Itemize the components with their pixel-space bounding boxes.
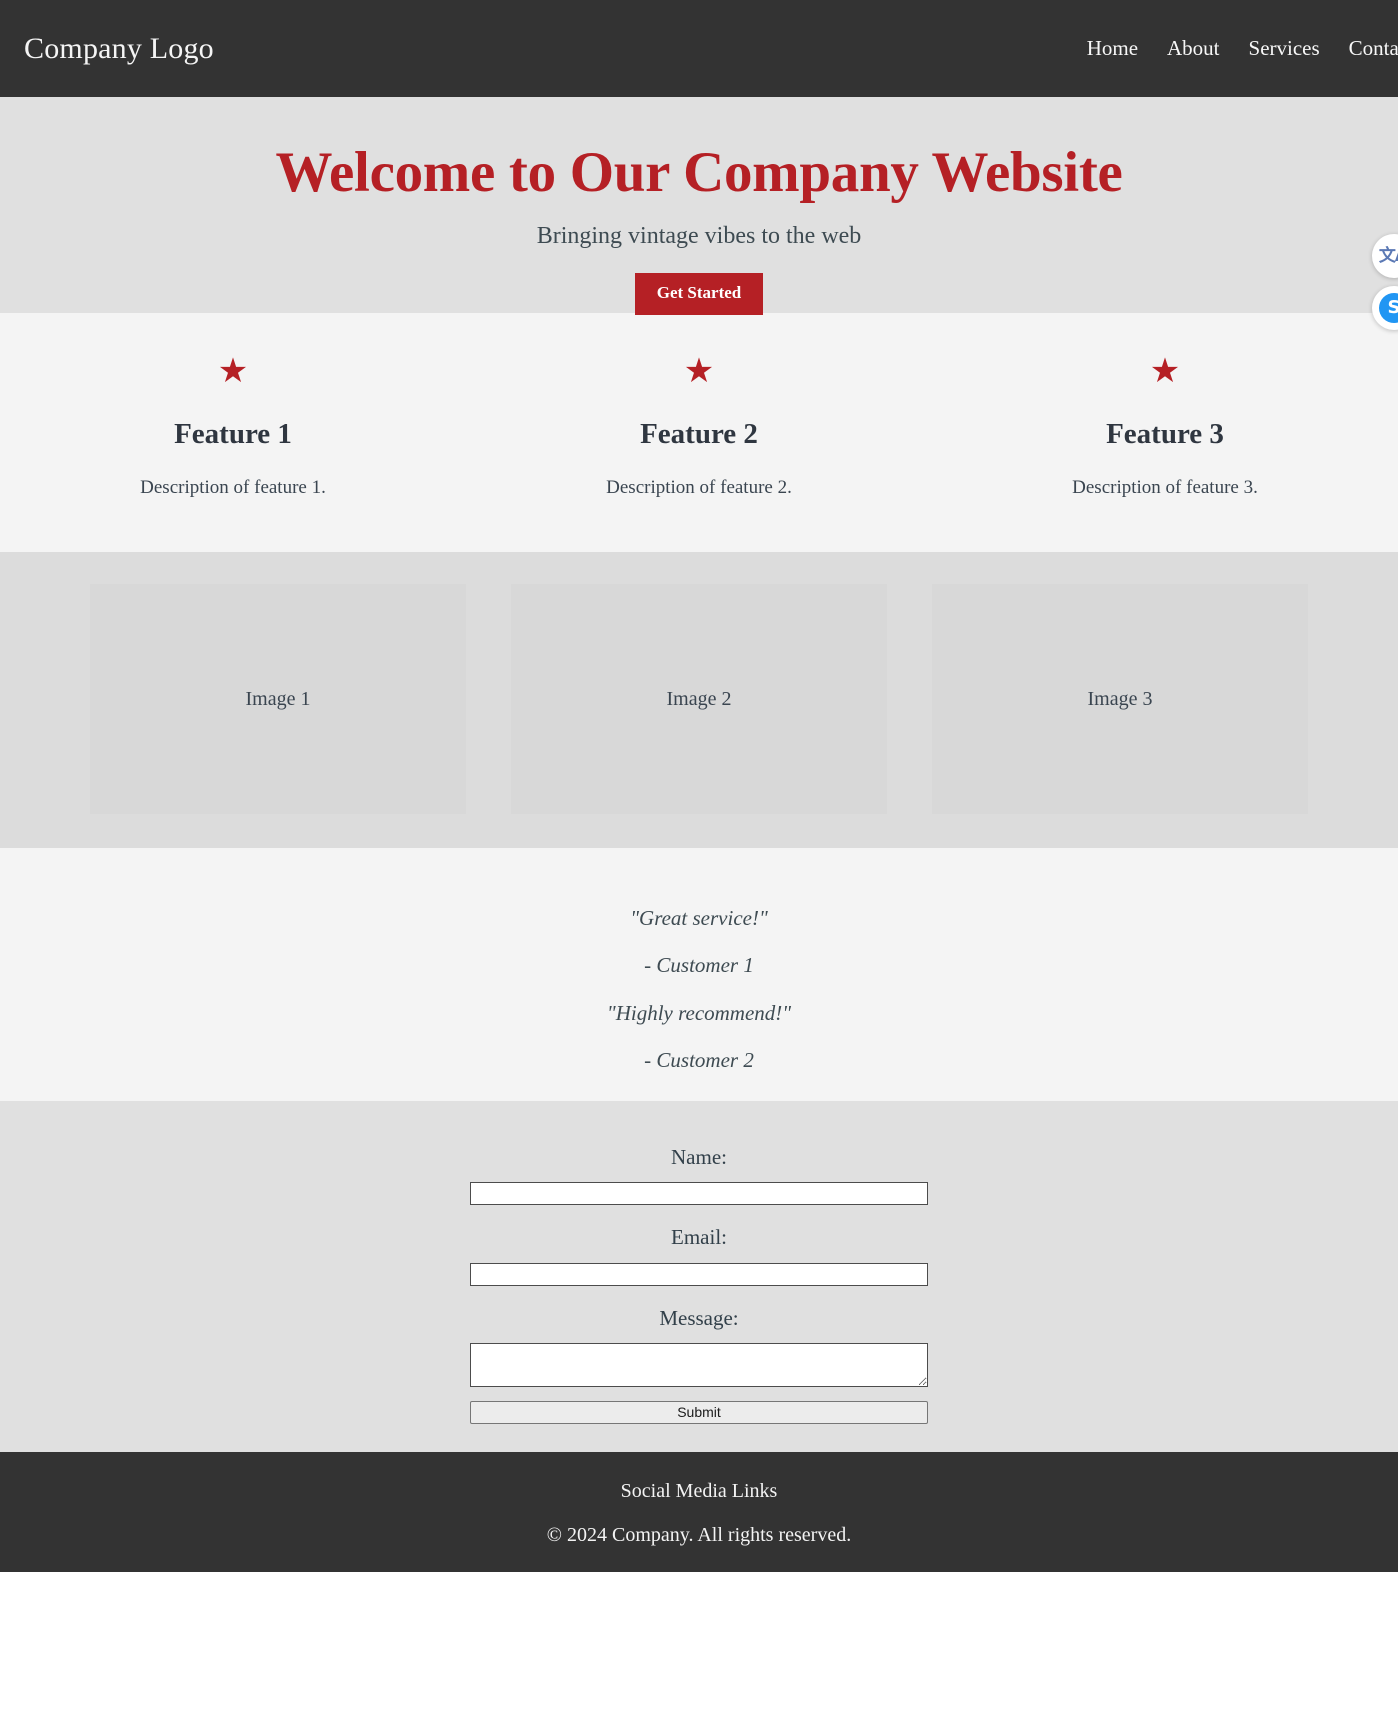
testimonial-author: - Customer 1 <box>644 953 754 978</box>
translate-button[interactable]: 文A <box>1372 234 1398 278</box>
star-icon: ★ <box>683 353 715 390</box>
message-label: Message: <box>659 1305 739 1330</box>
social-media-links[interactable]: Social Media Links <box>20 1478 1378 1504</box>
contact-section: Name: Email: Message: Submit <box>0 1101 1398 1452</box>
image-placeholder[interactable]: Image 2 <box>511 584 887 814</box>
feature-card: ★ Feature 3 Description of feature 3. <box>932 355 1398 506</box>
nav-item-about[interactable]: About <box>1167 36 1220 61</box>
star-icon: ★ <box>1149 353 1181 390</box>
company-logo[interactable]: Company Logo <box>24 31 214 67</box>
assistant-icon: S <box>1379 293 1398 323</box>
feature-title: Feature 2 <box>640 418 758 450</box>
assistant-button[interactable]: S <box>1372 286 1398 330</box>
feature-card: ★ Feature 1 Description of feature 1. <box>0 355 466 506</box>
submit-button[interactable]: Submit <box>470 1400 928 1424</box>
feature-title: Feature 1 <box>174 418 292 450</box>
email-field[interactable] <box>470 1262 928 1286</box>
nav-item-home[interactable]: Home <box>1087 36 1138 61</box>
image-placeholder[interactable]: Image 3 <box>932 584 1308 814</box>
gallery-section: Image 1 Image 2 Image 3 <box>0 552 1398 848</box>
contact-form: Name: Email: Message: Submit <box>470 1144 928 1424</box>
hero-section: Welcome to Our Company Website Bringing … <box>0 97 1398 315</box>
name-label: Name: <box>671 1145 727 1169</box>
testimonial-quote: "Highly recommend!" <box>606 1000 792 1025</box>
email-label: Email: <box>671 1225 727 1250</box>
features-section: ★ Feature 1 Description of feature 1. ★ … <box>0 313 1398 552</box>
image-placeholder[interactable]: Image 1 <box>90 584 466 814</box>
feature-description: Description of feature 3. <box>1072 476 1258 498</box>
site-footer: Social Media Links © 2024 Company. All r… <box>0 1452 1398 1572</box>
main-navigation: Home About Services Contact <box>1087 36 1398 61</box>
star-icon: ★ <box>217 353 249 390</box>
nav-item-contact[interactable]: Contact <box>1349 36 1398 61</box>
get-started-button[interactable]: Get Started <box>634 273 764 315</box>
feature-description: Description of feature 2. <box>606 476 792 498</box>
hero-subtitle: Bringing vintage vibes to the web <box>536 222 862 249</box>
testimonial-quote: "Great service!" <box>630 906 768 930</box>
name-field[interactable] <box>470 1182 928 1206</box>
feature-title: Feature 3 <box>1106 418 1224 450</box>
feature-card: ★ Feature 2 Description of feature 2. <box>466 355 932 506</box>
translate-icon: 文A <box>1378 245 1398 266</box>
page-title: Welcome to Our Company Website <box>275 141 1123 204</box>
copyright-text: © 2024 Company. All rights reserved. <box>546 1524 852 1546</box>
nav-item-services[interactable]: Services <box>1249 36 1320 61</box>
floating-widget-rail: 文A S <box>1372 234 1398 330</box>
testimonials-section: "Great service!" - Customer 1 "Highly re… <box>0 848 1398 1101</box>
message-field[interactable] <box>470 1342 928 1387</box>
testimonial-author: - Customer 2 <box>644 1047 754 1072</box>
feature-description: Description of feature 1. <box>140 476 326 498</box>
site-header: Company Logo Home About Services Contact <box>0 0 1398 97</box>
